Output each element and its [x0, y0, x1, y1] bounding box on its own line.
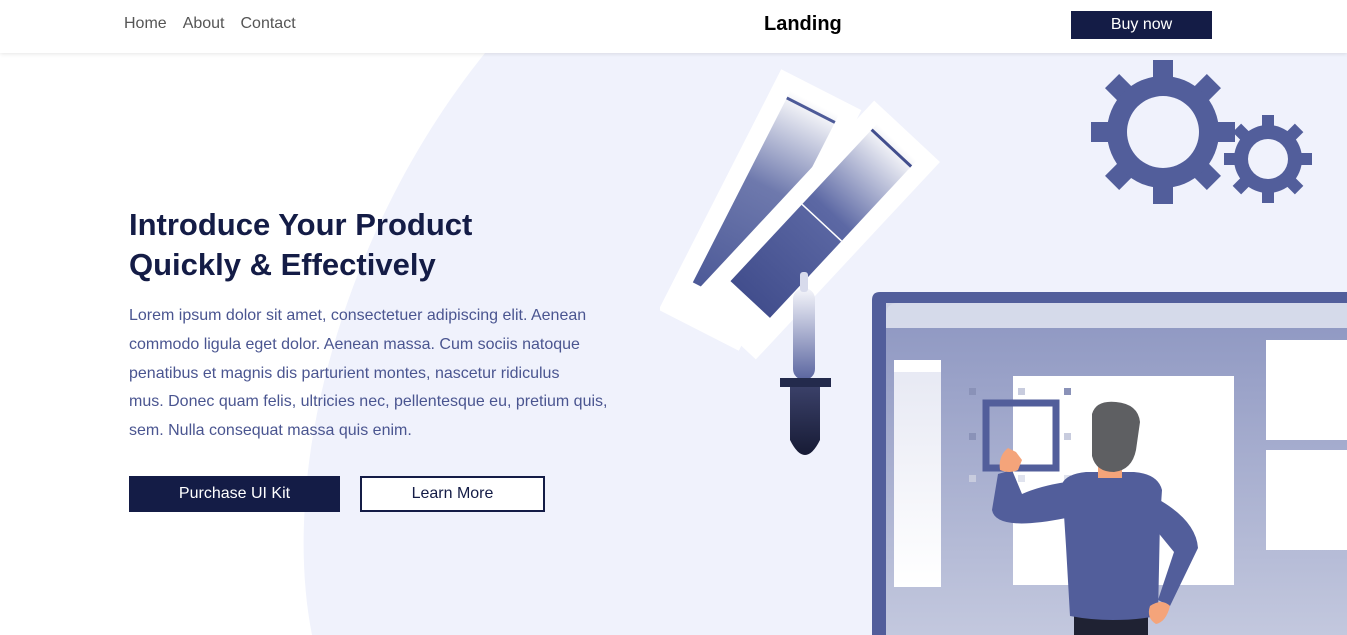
hero-title-line-1: Introduce Your Product [129, 207, 473, 242]
nav-link-about[interactable]: About [183, 15, 225, 33]
nav-link-contact[interactable]: Contact [241, 15, 296, 33]
hero-title: Introduce Your Product Quickly & Effecti… [129, 205, 649, 285]
hero-description-line: sem. Nulla consequat massa quis enim. [129, 422, 412, 440]
top-navbar: Home About Contact Landing Buy now [0, 0, 1347, 53]
nav-links: Home About Contact [124, 15, 296, 33]
hero-description-line: penatibus et magnis dis parturient monte… [129, 364, 560, 382]
purchase-ui-kit-button[interactable]: Purchase UI Kit [129, 476, 340, 512]
large-gear-icon [1091, 60, 1235, 204]
hero-title-line-2: Quickly & Effectively [129, 247, 436, 282]
small-gear-icon [1224, 115, 1312, 203]
hero-description-line: commodo ligula eget dolor. Aenean massa.… [129, 335, 580, 353]
brand-logo-text[interactable]: Landing [764, 13, 842, 36]
buy-now-button[interactable]: Buy now [1071, 11, 1212, 39]
learn-more-button[interactable]: Learn More [360, 476, 545, 512]
hero-description: Lorem ipsum dolor sit amet, consectetuer… [129, 302, 614, 446]
hero-illustration [660, 60, 1347, 635]
hero-description-line: mus. Donec quam felis, ultricies nec, pe… [129, 393, 608, 411]
nav-link-home[interactable]: Home [124, 15, 167, 33]
hero-description-line: Lorem ipsum dolor sit amet, consectetuer… [129, 307, 587, 324]
